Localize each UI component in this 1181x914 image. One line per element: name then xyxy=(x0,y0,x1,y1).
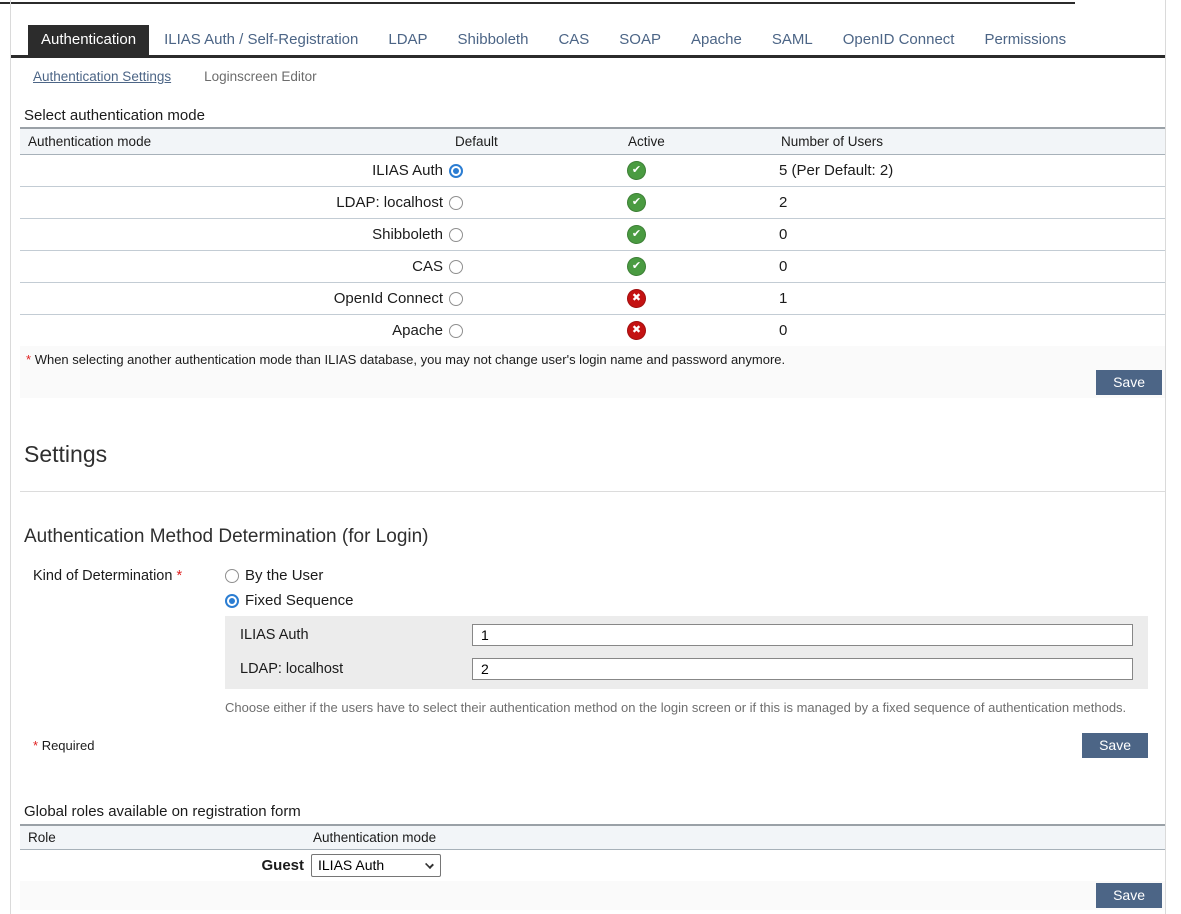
column-header-role: Role xyxy=(20,825,305,849)
subtab-loginscreen-editor[interactable]: Loginscreen Editor xyxy=(204,69,317,84)
active-status-icon xyxy=(627,257,646,276)
column-header-authentication-mode: Authentication mode xyxy=(305,825,1165,849)
tab-soap[interactable]: SOAP xyxy=(604,25,676,55)
roles-table: Role Authentication mode Guest ILIAS Aut… xyxy=(20,824,1165,881)
tab-saml[interactable]: SAML xyxy=(757,25,828,55)
default-radio[interactable] xyxy=(449,196,463,210)
default-radio[interactable] xyxy=(449,324,463,338)
determination-byline: Choose either if the users have to selec… xyxy=(225,700,1148,715)
tab-ilias-auth-self-registration[interactable]: ILIAS Auth / Self-Registration xyxy=(149,25,373,55)
roles-table-footer: Save xyxy=(20,881,1165,910)
tab-permissions[interactable]: Permissions xyxy=(969,25,1081,55)
auth-mode-table: Authentication mode Default Active Numbe… xyxy=(20,127,1165,346)
table-row: ILIAS Auth 5 (Per Default: 2) xyxy=(20,154,1165,186)
auth-mode-footnote: * When selecting another authentication … xyxy=(26,352,1162,368)
tab-ldap[interactable]: LDAP xyxy=(373,25,442,55)
table-row: Apache 0 xyxy=(20,314,1165,346)
option-by-the-user[interactable]: By the User xyxy=(225,566,1148,585)
roles-table-header: Role Authentication mode xyxy=(20,825,1165,849)
user-count: 0 xyxy=(770,218,1165,250)
auth-mode-label: CAS xyxy=(20,250,445,282)
settings-heading: Settings xyxy=(24,440,1165,468)
default-radio[interactable] xyxy=(449,292,463,306)
column-header-active: Active xyxy=(618,128,770,154)
tab-bar: Authentication ILIAS Auth / Self-Registr… xyxy=(11,25,1165,58)
by-the-user-radio[interactable] xyxy=(225,569,239,583)
sequence-ilias-auth-input[interactable] xyxy=(472,624,1133,646)
table-row: Guest ILIAS Auth xyxy=(20,849,1165,881)
table-row: Shibboleth 0 xyxy=(20,218,1165,250)
auth-mode-table-title: Select authentication mode xyxy=(24,107,1165,124)
section-divider xyxy=(20,491,1165,492)
required-note-asterisk: * xyxy=(33,738,38,753)
auth-mode-label: LDAP: localhost xyxy=(20,186,445,218)
field-label-text: Kind of Determination xyxy=(33,568,172,584)
option-fixed-sequence[interactable]: Fixed Sequence xyxy=(225,591,1148,610)
table-row: LDAP: localhost 2 xyxy=(20,186,1165,218)
active-status-icon xyxy=(627,225,646,244)
kind-of-determination-label: Kind of Determination * xyxy=(33,566,225,715)
roles-table-title: Global roles available on registration f… xyxy=(24,803,1165,820)
auth-mode-label: OpenId Connect xyxy=(20,282,445,314)
tab-apache[interactable]: Apache xyxy=(676,25,757,55)
column-header-default: Default xyxy=(445,128,618,154)
fixed-sequence-radio[interactable] xyxy=(225,594,239,608)
sequence-ilias-auth-label: ILIAS Auth xyxy=(240,627,472,643)
auth-mode-table-header: Authentication mode Default Active Numbe… xyxy=(20,128,1165,154)
table-row: CAS 0 xyxy=(20,250,1165,282)
footnote-asterisk: * xyxy=(26,352,31,367)
required-save-row: * Required Save xyxy=(11,733,1165,758)
by-the-user-label: By the User xyxy=(245,567,323,584)
default-radio[interactable] xyxy=(449,164,463,178)
default-radio[interactable] xyxy=(449,260,463,274)
kind-of-determination-row: Kind of Determination * By the User Fixe… xyxy=(11,566,1165,715)
guest-auth-mode-select[interactable]: ILIAS Auth xyxy=(311,854,441,877)
page: Authentication ILIAS Auth / Self-Registr… xyxy=(0,0,1181,914)
column-header-authentication-mode: Authentication mode xyxy=(20,128,445,154)
footnote-text: When selecting another authentication mo… xyxy=(35,352,785,367)
auth-method-determination-heading: Authentication Method Determination (for… xyxy=(24,525,1165,549)
column-header-number-of-users: Number of Users xyxy=(770,128,1165,154)
role-name: Guest xyxy=(20,849,305,881)
tab-authentication[interactable]: Authentication xyxy=(28,25,149,55)
save-roles-button[interactable]: Save xyxy=(1096,883,1162,908)
table-row: OpenId Connect 1 xyxy=(20,282,1165,314)
active-status-icon xyxy=(627,193,646,212)
save-settings-button[interactable]: Save xyxy=(1082,733,1148,758)
auth-mode-label: Apache xyxy=(20,314,445,346)
active-status-icon xyxy=(627,161,646,180)
user-count: 2 xyxy=(770,186,1165,218)
required-asterisk: * xyxy=(176,568,182,584)
sequence-ldap-input[interactable] xyxy=(472,658,1133,680)
fixed-sequence-label: Fixed Sequence xyxy=(245,592,353,609)
default-radio[interactable] xyxy=(449,228,463,242)
top-divider xyxy=(0,2,1075,4)
tab-cas[interactable]: CAS xyxy=(543,25,604,55)
fixed-sequence-panel: ILIAS Auth LDAP: localhost xyxy=(225,616,1148,689)
tab-shibboleth[interactable]: Shibboleth xyxy=(443,25,544,55)
required-note: * Required xyxy=(33,738,94,753)
sequence-ldap-label: LDAP: localhost xyxy=(240,661,472,677)
required-note-text: Required xyxy=(42,738,95,753)
save-auth-mode-button[interactable]: Save xyxy=(1096,370,1162,395)
auth-mode-label: Shibboleth xyxy=(20,218,445,250)
subtab-bar: Authentication Settings Loginscreen Edit… xyxy=(11,69,1165,84)
user-count: 5 (Per Default: 2) xyxy=(770,154,1165,186)
subtab-authentication-settings[interactable]: Authentication Settings xyxy=(33,69,171,84)
active-status-icon xyxy=(627,289,646,308)
auth-mode-label: ILIAS Auth xyxy=(20,154,445,186)
user-count: 0 xyxy=(770,314,1165,346)
user-count: 0 xyxy=(770,250,1165,282)
user-count: 1 xyxy=(770,282,1165,314)
auth-mode-select-wrap: ILIAS Auth xyxy=(311,854,441,877)
tab-openid-connect[interactable]: OpenID Connect xyxy=(828,25,970,55)
active-status-icon xyxy=(627,321,646,340)
table-footer-block: * When selecting another authentication … xyxy=(20,346,1165,398)
